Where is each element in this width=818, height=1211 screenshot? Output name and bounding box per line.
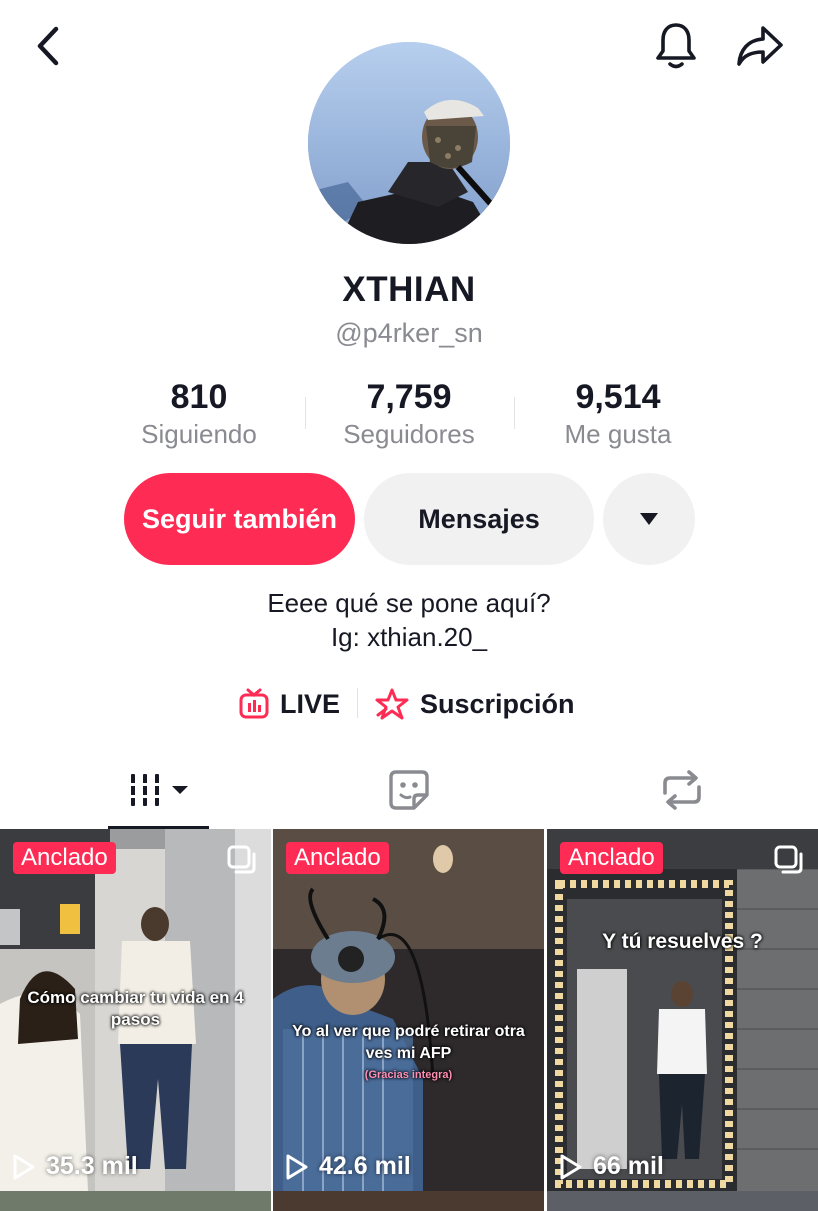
live-link[interactable]: LIVE [238, 682, 340, 726]
bio-line-2: Ig: xthian.20_ [330, 622, 488, 652]
view-count-label: 35.3 mil [46, 1152, 138, 1180]
stat-followers[interactable]: 7,759 Seguidores [304, 378, 514, 450]
pinned-badge: Anclado [560, 842, 663, 874]
following-count: 810 [170, 378, 228, 416]
tab-videos[interactable] [24, 752, 296, 828]
video-thumbnail-image [547, 829, 818, 1191]
pinned-badge: Anclado [13, 842, 116, 874]
view-count: 35.3 mil [12, 1152, 138, 1181]
username-handle: @p4rker_sn [335, 318, 483, 348]
back-button[interactable] [24, 22, 72, 70]
view-count: 66 mil [559, 1152, 664, 1181]
view-count: 42.6 mil [285, 1152, 411, 1181]
follow-back-button[interactable]: Seguir también [124, 473, 355, 565]
video-caption: Yo al ver que podré retirar otra ves mi … [292, 1023, 525, 1062]
grid-videos-icon [128, 774, 188, 806]
multi-image-icon [227, 845, 256, 874]
play-icon [560, 1154, 582, 1179]
sticker-icon [389, 770, 429, 810]
video-thumbnail[interactable] [547, 1191, 818, 1211]
live-tv-icon [239, 688, 269, 719]
messages-button[interactable]: Mensajes [364, 473, 594, 565]
tab-favorites[interactable] [273, 752, 545, 828]
video-thumbnail-image [273, 829, 544, 1191]
content-tabs [0, 752, 818, 830]
tab-reposts[interactable] [546, 752, 818, 828]
profile-links: LIVE Suscripción [0, 682, 818, 726]
view-count-label: 42.6 mil [319, 1152, 411, 1180]
video-thumbnail[interactable]: Anclado Y tú resuelves ? 66 mil [547, 829, 818, 1191]
bio-line-1: Eeee qué se pone aquí? [267, 588, 551, 618]
subscription-label: Suscripción [420, 688, 575, 719]
display-name: XTHIAN [342, 270, 476, 309]
notifications-button[interactable] [650, 20, 702, 72]
video-thumbnail[interactable] [0, 1191, 271, 1211]
followers-count: 7,759 [366, 378, 452, 416]
subscription-star-icon [375, 688, 409, 720]
multi-image-icon [774, 845, 803, 874]
avatar-photo [308, 42, 510, 244]
likes-label: Me gusta [564, 419, 672, 449]
avatar[interactable] [308, 42, 510, 244]
video-thumbnail[interactable] [273, 1191, 544, 1211]
share-icon [737, 26, 783, 66]
more-options-button[interactable] [603, 473, 695, 565]
pinned-badge: Anclado [286, 842, 389, 874]
followers-label: Seguidores [343, 419, 475, 449]
likes-count: 9,514 [575, 378, 661, 416]
bell-icon [656, 23, 696, 69]
play-icon [286, 1154, 308, 1179]
caret-down-icon [640, 513, 658, 525]
stat-following[interactable]: 810 Siguiendo [94, 378, 304, 450]
stat-likes[interactable]: 9,514 Me gusta [513, 378, 723, 450]
video-thumbnail[interactable]: Anclado Yo al ver que podré retirar otra… [273, 829, 544, 1191]
subscription-link[interactable]: Suscripción [374, 682, 575, 726]
live-label: LIVE [280, 688, 341, 719]
following-label: Siguiendo [141, 419, 257, 449]
video-thumbnail[interactable]: Anclado Cómo cambiar tu vida en 4 pasos … [0, 829, 271, 1191]
video-subcaption: (Gracias integra) [364, 1069, 453, 1081]
video-grid: Anclado Cómo cambiar tu vida en 4 pasos … [0, 829, 818, 1211]
share-button[interactable] [732, 20, 788, 72]
video-caption: Y tú resuelves ? [602, 930, 763, 953]
back-icon [37, 26, 59, 66]
links-divider [357, 688, 358, 718]
repost-icon [663, 770, 701, 810]
video-caption: Cómo cambiar tu vida en 4 pasos [27, 988, 244, 1029]
play-icon [13, 1154, 35, 1179]
view-count-label: 66 mil [593, 1152, 664, 1180]
